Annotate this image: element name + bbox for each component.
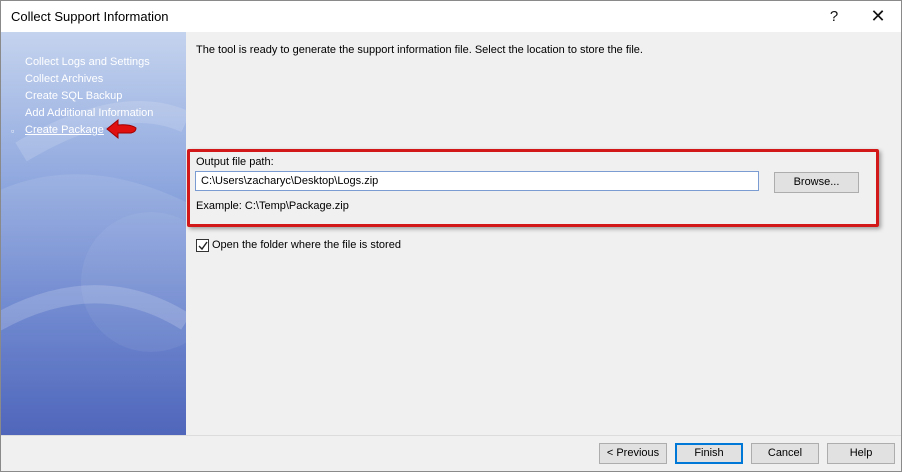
- intro-text: The tool is ready to generate the suppor…: [196, 44, 643, 56]
- button-bar: < Previous Finish Cancel Help: [1, 435, 901, 471]
- finish-button[interactable]: Finish: [675, 443, 743, 464]
- step-collect-logs[interactable]: Collect Logs and Settings: [25, 54, 153, 71]
- step-collect-archives[interactable]: Collect Archives: [25, 71, 153, 88]
- title-help-button[interactable]: ?: [811, 1, 857, 32]
- annotation-arrow-icon: [106, 118, 137, 140]
- output-path-label: Output file path:: [196, 156, 274, 168]
- open-folder-label: Open the folder where the file is stored: [212, 239, 401, 251]
- sidebar: Collect Logs and Settings Collect Archiv…: [1, 32, 186, 435]
- main-panel: The tool is ready to generate the suppor…: [187, 32, 901, 435]
- example-path-text: Example: C:\Temp\Package.zip: [196, 200, 349, 212]
- close-button[interactable]: ✕: [855, 1, 901, 32]
- step-create-sql-backup[interactable]: Create SQL Backup: [25, 88, 153, 105]
- step-create-package-label: Create Package: [25, 124, 104, 136]
- window-title: Collect Support Information: [11, 9, 169, 24]
- help-button[interactable]: Help: [827, 443, 895, 464]
- previous-button[interactable]: < Previous: [599, 443, 667, 464]
- title-bar: Collect Support Information ? ✕: [1, 1, 901, 32]
- browse-button[interactable]: Browse...: [774, 172, 859, 193]
- current-step-bullet-icon: ▫: [11, 126, 15, 136]
- checkmark-icon: [198, 241, 208, 251]
- open-folder-checkbox[interactable]: [196, 239, 209, 252]
- cancel-button[interactable]: Cancel: [751, 443, 819, 464]
- output-path-input[interactable]: [195, 171, 759, 191]
- collect-support-dialog: Collect Support Information ? ✕ Collect …: [0, 0, 902, 472]
